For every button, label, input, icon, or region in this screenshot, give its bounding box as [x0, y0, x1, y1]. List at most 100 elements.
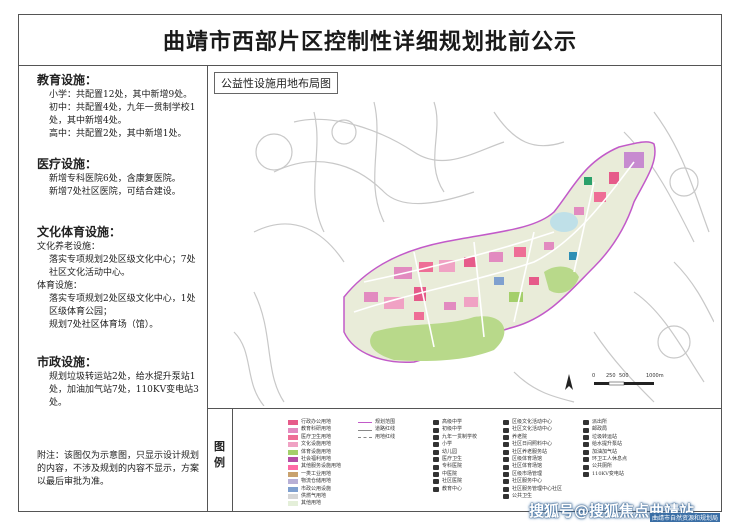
legend-community-icon-item-text: 社区文化活动中心	[512, 426, 553, 433]
legend-municipal-icon-item-swatch	[583, 434, 589, 440]
legend-community-icon-item-swatch	[503, 434, 509, 440]
legend-community-icon-item: 社区体育场馆	[503, 463, 562, 470]
legend-education-icon-item-swatch	[433, 420, 439, 426]
legend-landuse-item-text: 教育科研用地	[301, 426, 332, 433]
legend-landuse-item-text: 市政公用设施	[301, 485, 332, 492]
legend-education-icon-item: 小学	[433, 441, 477, 448]
legend-landuse-item-swatch	[288, 471, 298, 477]
legend-landuse-item-swatch	[288, 427, 298, 433]
legend-landuse-item: 教育科研用地	[288, 426, 341, 433]
scale-label-0: 0	[592, 373, 595, 379]
title-bar: 曲靖市西部片区控制性详细规划批前公示	[19, 15, 721, 66]
education-section: 教育设施： 小学：共配置12处，其中新增9处。 初中：共配置4处，九年一贯制学校…	[37, 74, 199, 141]
legend-community-icon-item-swatch	[503, 442, 509, 448]
legend-municipal-icon-item-swatch	[583, 420, 589, 426]
legend-line-item-text: 用地红线	[375, 433, 396, 440]
scale-label-500: 500	[619, 373, 629, 379]
legend-education-icon-item-text: 专科医院	[442, 463, 463, 470]
legend-municipal-icon-item: 邮政局	[583, 426, 627, 433]
legend-landuse-item: 文化设施用地	[288, 441, 341, 448]
poster-frame: 曲靖市西部片区控制性详细规划批前公示 教育设施： 小学：共配置12处，其中新增9…	[18, 14, 722, 512]
legend-community-icon-item-swatch	[503, 471, 509, 477]
map-panel: 公益性设施用地布局图 0 250 500 1000m 图例 行政办公用地 教育科…	[208, 66, 721, 512]
scale-label-250: 250	[606, 373, 616, 379]
legend-education-icon-item: 社区医院	[433, 478, 477, 485]
legend-education-icon-item-text: 教育中心	[442, 485, 463, 492]
legend-education-icon-item-swatch	[433, 479, 439, 485]
legend-label: 图例	[214, 440, 225, 469]
legend-landuse-item-swatch	[288, 486, 298, 492]
legend-education-icon-item-swatch	[433, 486, 439, 492]
legend-education-icon-item: 专科医院	[433, 463, 477, 470]
legend: 图例 行政办公用地 教育科研用地 医疗卫生用地 文化设施用地 体育设施用地 社会福利用地其…	[208, 408, 721, 512]
legend-col-community: 区级文化活动中心 社区文化活动中心 养老院 社区日间照料中心 社区养老服务站 区级体育场馆…	[503, 419, 562, 500]
sports-text1: 落实专项规划2处区级文化中心，1处区级体育公园；	[49, 294, 196, 317]
legend-community-icon-item-swatch	[503, 420, 509, 426]
medical-section: 医疗设施： 新增专科医院6处，含康复医院。 新增7处社区医院，可结合建设。	[37, 158, 199, 199]
legend-landuse-item: 物流仓储用地	[288, 478, 341, 485]
culture-section: 文化体育设施： 文化养老设施： 落实专项规划2处区级文化中心；7处社区文化活动中…	[37, 226, 199, 332]
left-panel: 教育设施： 小学：共配置12处，其中新增9处。 初中：共配置4处，九年一贯制学校…	[19, 66, 208, 511]
legend-line-item: 用地红线	[358, 434, 395, 441]
legend-landuse-item-text: 体育设施用地	[301, 448, 332, 455]
legend-line-item-swatch	[358, 436, 372, 438]
legend-education-icon-item-text: 社区医院	[442, 478, 463, 485]
legend-community-icon-item-swatch	[503, 427, 509, 433]
legend-education-icon-item: 幼儿园	[433, 449, 477, 456]
legend-line-item-swatch	[358, 422, 372, 424]
legend-community-icon-item: 社区养老服务站	[503, 449, 562, 456]
legend-municipal-icon-item: 给水提升泵站	[583, 441, 627, 448]
legend-col-landuse: 行政办公用地 教育科研用地 医疗卫生用地 文化设施用地 体育设施用地 社会福利用地 其他服务…	[288, 419, 341, 508]
legend-municipal-icon-item-swatch	[583, 457, 589, 463]
legend-education-icon-item-swatch	[433, 464, 439, 470]
legend-landuse-item-text: 物流仓储用地	[301, 478, 332, 485]
legend-community-icon-item-swatch	[503, 457, 509, 463]
legend-community-icon-item: 社区服务管理中心社区	[503, 486, 562, 493]
legend-landuse-item-swatch	[288, 464, 298, 470]
legend-col-lines: 规划范围 道路红线 用地红线	[358, 419, 395, 441]
legend-landuse-item-text: 其他用地	[301, 500, 322, 507]
legend-community-icon-item-swatch	[503, 449, 509, 455]
legend-education-icon-item: 九年一贯制学校	[433, 434, 477, 441]
map-title: 公益性设施用地布局图	[214, 72, 338, 94]
medical-heading: 医疗设施：	[37, 157, 98, 171]
legend-landuse-item-swatch	[288, 457, 298, 463]
education-middle: 初中：共配置4处，九年一贯制学校1处，其中新增4处。	[49, 103, 196, 126]
culture-heading: 文化体育设施：	[37, 225, 122, 239]
legend-municipal-icon-item-swatch	[583, 464, 589, 470]
legend-education-icon-item-text: 幼儿园	[442, 448, 458, 455]
education-primary: 小学：共配置12处，其中新增9处。	[49, 90, 193, 100]
map-svg: 0 250 500 1000m	[233, 101, 715, 407]
legend-education-icon-item-swatch	[433, 427, 439, 433]
legend-landuse-item-swatch	[288, 479, 298, 485]
legend-education-icon-item-swatch	[433, 457, 439, 463]
medical-hospital: 新增专科医院6处，含康复医院。	[49, 174, 181, 184]
legend-community-icon-item: 社区日间照料中心	[503, 441, 562, 448]
legend-community-icon-item: 社区服务中心	[503, 478, 562, 485]
legend-col-education: 高级中学 初级中学 九年一贯制学校 小学 幼儿园 医疗卫生 专科医院 中医院 社区医院 教育中心	[433, 419, 477, 493]
legend-landuse-item-swatch	[288, 501, 298, 507]
legend-landuse-item: 市政公用设施	[288, 486, 341, 493]
legend-education-icon-item-swatch	[433, 449, 439, 455]
legend-municipal-icon-item-swatch	[583, 471, 589, 477]
legend-line-item-swatch	[358, 429, 372, 431]
land-use-map[interactable]: 0 250 500 1000m	[214, 92, 715, 407]
legend-line-item: 道路红线	[358, 426, 395, 433]
legend-landuse-item-swatch	[288, 434, 298, 440]
legend-education-icon-item-swatch	[433, 434, 439, 440]
legend-municipal-icon-item-text: 公共厕所	[592, 463, 613, 470]
legend-municipal-icon-item-text: 加油加气站	[592, 448, 618, 455]
legend-landuse-item-swatch	[288, 494, 298, 500]
legend-community-icon-item-text: 社区日间照料中心	[512, 441, 553, 448]
legend-community-icon-item-swatch	[503, 464, 509, 470]
legend-municipal-icon-item: 公共厕所	[583, 463, 627, 470]
legend-municipal-icon-item-swatch	[583, 427, 589, 433]
scale-bar	[594, 381, 654, 386]
north-arrow-icon	[565, 374, 573, 390]
legend-community-icon-item-text: 社区体育场馆	[512, 463, 543, 470]
legend-community-icon-item-swatch	[503, 486, 509, 492]
culture-text: 落实专项规划2处区级文化中心；7处社区文化活动中心。	[49, 255, 196, 278]
municipal-section: 市政设施： 规划垃圾转运站2处，给水提升泵站1处，加油加气站7处，110KV变电…	[37, 356, 199, 410]
legend-community-icon-item-text: 社区养老服务站	[512, 448, 548, 455]
legend-education-icon-item-text: 小学	[442, 441, 453, 448]
